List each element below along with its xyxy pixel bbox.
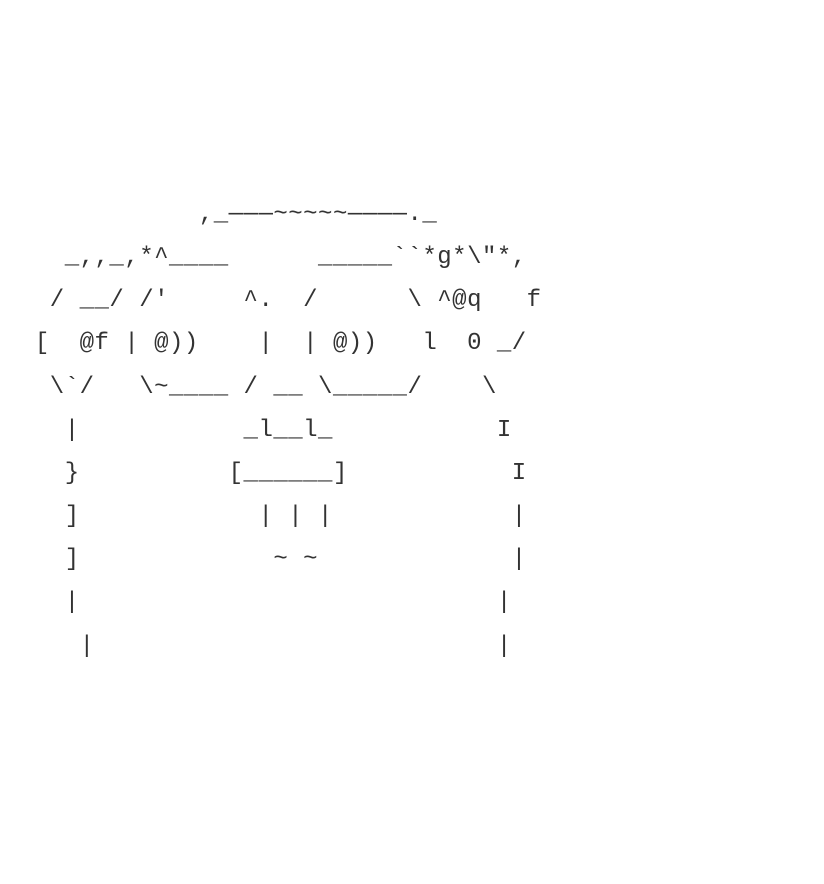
- ascii-line-4: \`/ \~____ / __ \_____/ \: [20, 374, 497, 401]
- ascii-line-3: [ @f | @)) | | @)) l 0 _/: [20, 330, 527, 357]
- ascii-line-0: ,_———~~~~~————._: [20, 201, 437, 228]
- ascii-line-10: | |: [20, 633, 512, 660]
- ascii-line-2: / __/ /' ^. / \ ^@q f: [20, 287, 542, 314]
- ascii-line-9: | |: [20, 589, 512, 616]
- ascii-art-display: ,_———~~~~~————._ _,,_,*^____ _____``*g*\…: [20, 193, 824, 668]
- ascii-line-1: _,,_,*^____ _____``*g*\"*,: [20, 244, 527, 271]
- ascii-line-8: ] ~ ~ |: [20, 546, 527, 573]
- ascii-line-6: } [______] I: [20, 460, 527, 487]
- ascii-line-7: ] | | | |: [20, 503, 527, 530]
- ascii-line-5: | _l__l_ I: [20, 417, 512, 444]
